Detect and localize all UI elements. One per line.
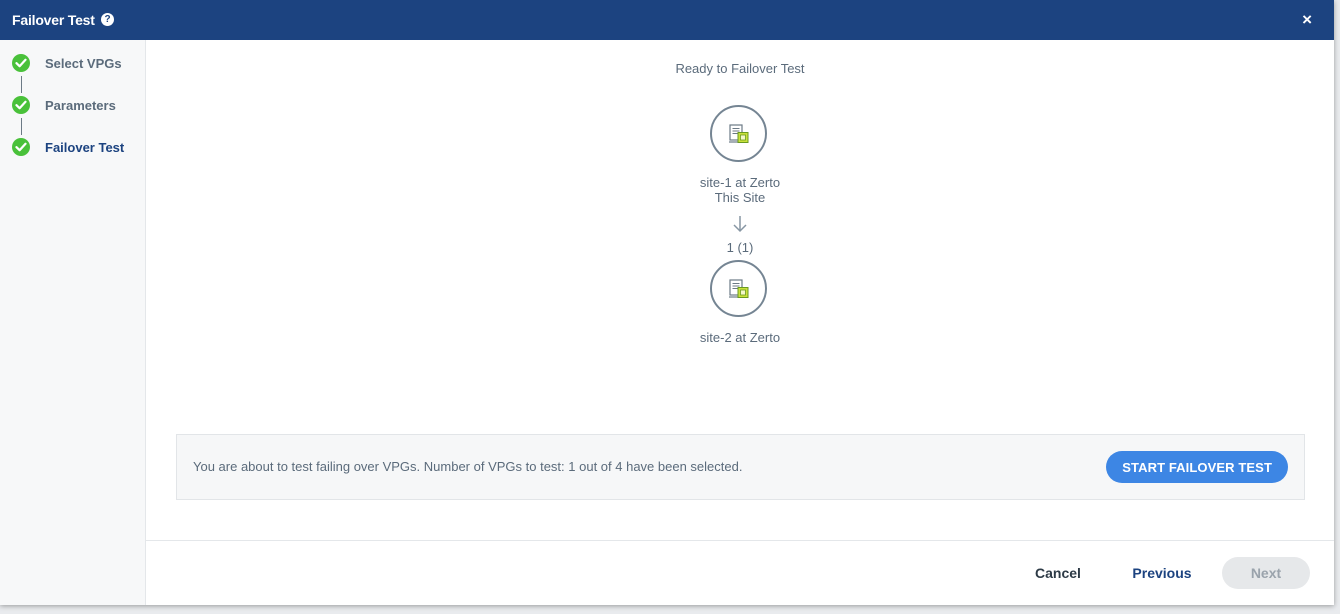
check-circle-icon — [12, 54, 30, 72]
source-site-sublabel: This Site — [714, 190, 766, 205]
site-server-icon — [728, 278, 748, 298]
step-failover-test[interactable]: Failover Test — [12, 137, 124, 157]
target-site-name: site-2 at Zerto — [699, 330, 781, 345]
step-parameters[interactable]: Parameters — [12, 95, 116, 115]
close-icon[interactable]: × — [1302, 10, 1312, 30]
question-circle-icon[interactable]: ? — [101, 13, 114, 26]
failover-test-dialog: Failover Test ? × Select VPGs Parameters… — [0, 0, 1334, 605]
summary-text: You are about to test failing over VPGs.… — [193, 459, 743, 474]
dialog-header: Failover Test ? × — [0, 0, 1334, 40]
next-button[interactable]: Next — [1222, 557, 1310, 589]
previous-button[interactable]: Previous — [1124, 557, 1200, 589]
step-connector — [21, 118, 22, 135]
target-site-node — [710, 260, 767, 317]
main-content: Ready to Failover Test site-1 at Zerto T… — [146, 40, 1334, 540]
cancel-button[interactable]: Cancel — [1020, 557, 1096, 589]
vpg-count-label: 1 (1) — [726, 240, 754, 255]
start-failover-test-button[interactable]: START FAILOVER TEST — [1106, 451, 1288, 483]
step-label: Select VPGs — [45, 55, 122, 71]
dialog-footer: Cancel Previous Next — [146, 540, 1334, 606]
arrow-down-icon — [733, 216, 747, 233]
dialog-title: Failover Test — [12, 12, 95, 28]
step-label: Parameters — [45, 97, 116, 113]
source-site-node — [710, 105, 767, 162]
ready-heading: Ready to Failover Test — [675, 61, 805, 76]
source-site-name: site-1 at Zerto — [699, 175, 781, 190]
step-label: Failover Test — [45, 139, 125, 155]
check-circle-icon — [12, 96, 30, 114]
step-connector — [21, 76, 22, 93]
site-server-icon — [728, 123, 748, 143]
step-select-vpgs[interactable]: Select VPGs — [12, 53, 122, 73]
summary-panel: You are about to test failing over VPGs.… — [176, 434, 1305, 500]
check-circle-icon — [12, 138, 30, 156]
wizard-steps-sidebar: Select VPGs Parameters Failover Test — [0, 40, 146, 605]
